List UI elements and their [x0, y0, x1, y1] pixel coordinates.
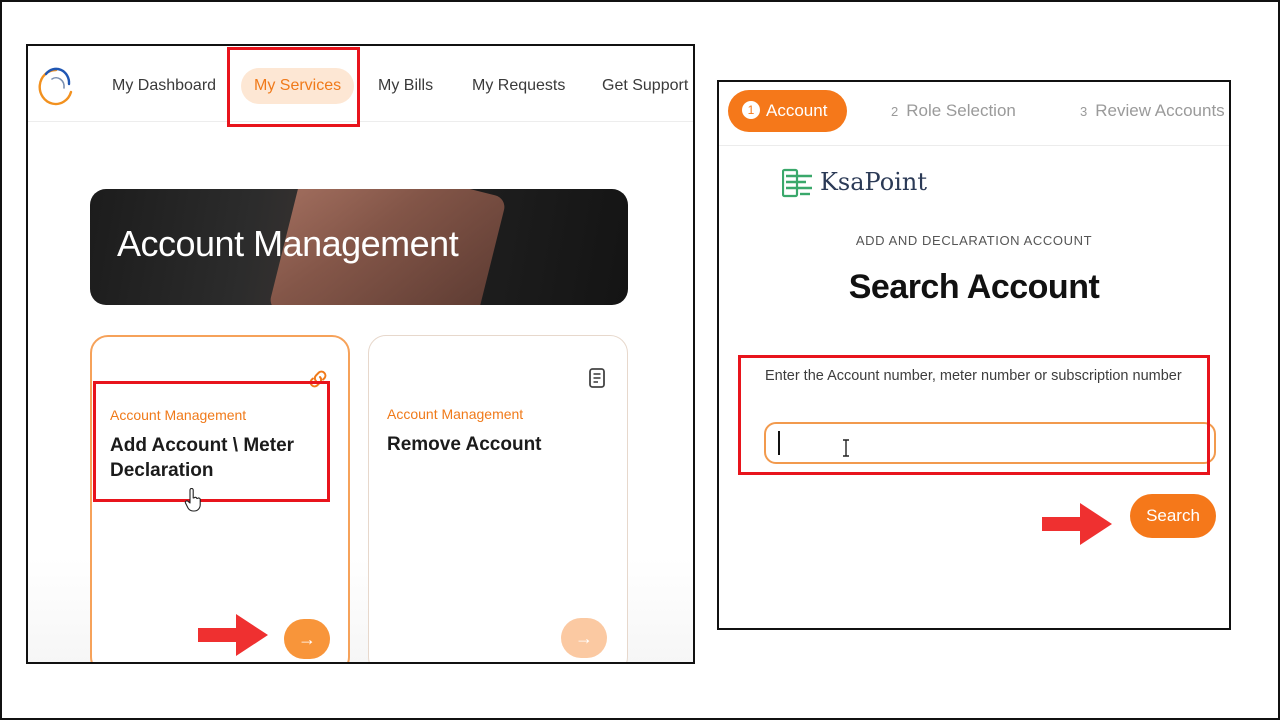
card-category: Account Management: [110, 407, 247, 423]
step-label: Account: [766, 101, 828, 120]
search-account-panel: 1 Account 2 Role Selection 3 Review Account…: [717, 80, 1231, 630]
form-heading: Search Account: [848, 268, 1100, 306]
card-title[interactable]: Remove Account: [387, 432, 607, 457]
step-number: 1: [742, 101, 760, 119]
brand-mark-icon: [782, 168, 812, 198]
card-title[interactable]: Add Account \ Meter Declaration: [110, 433, 330, 483]
nav-my-bills[interactable]: My Bills: [378, 68, 433, 104]
card-category: Account Management: [387, 406, 524, 422]
step-label: Role Selection: [906, 101, 1016, 120]
card-go-button[interactable]: →: [284, 619, 330, 659]
step-label: Review Accounts: [1095, 101, 1225, 120]
nav-get-support[interactable]: Get Support: [602, 68, 688, 104]
banner-title: Account Management: [117, 223, 459, 264]
brand-name: KsaPoint: [820, 168, 927, 196]
link-icon: [309, 370, 327, 388]
form-eyebrow: ADD AND DECLARATION ACCOUNT: [855, 233, 1093, 248]
stepper: 1 Account 2 Role Selection 3 Review Account…: [719, 82, 1229, 146]
account-management-banner: Account Management: [90, 189, 628, 305]
step-number: 2: [891, 104, 899, 119]
nav-my-services[interactable]: My Services: [241, 68, 355, 104]
step-account[interactable]: 1 Account: [728, 90, 848, 132]
text-cursor-icon: [843, 439, 849, 457]
nav-my-requests[interactable]: My Requests: [472, 68, 565, 104]
red-arrow-icon: [1042, 503, 1112, 545]
top-navigation: My Dashboard My Services My Bills My Req…: [28, 46, 693, 122]
account-number-label: Enter the Account number, meter number o…: [765, 368, 1182, 384]
search-button[interactable]: Search: [1130, 494, 1216, 538]
service-card-remove-account[interactable]: Account Management Remove Account →: [368, 335, 628, 662]
step-number: 3: [1080, 104, 1088, 119]
account-number-input[interactable]: [764, 422, 1216, 464]
tutorial-frame: My Dashboard My Services My Bills My Req…: [0, 0, 1280, 720]
red-arrow-icon: [198, 614, 268, 656]
step-role-selection[interactable]: 2 Role Selection: [891, 90, 1016, 132]
hand-pointer-icon: [184, 488, 201, 512]
nav-my-dashboard[interactable]: My Dashboard: [112, 68, 216, 104]
document-icon: [589, 368, 605, 388]
text-caret: [778, 431, 780, 455]
arrow-right-icon: →: [575, 628, 593, 648]
company-logo-icon[interactable]: [38, 66, 74, 108]
services-panel: My Dashboard My Services My Bills My Req…: [26, 44, 695, 664]
arrow-right-icon: →: [298, 629, 316, 649]
card-go-button[interactable]: →: [561, 618, 607, 658]
step-review-accounts[interactable]: 3 Review Accounts: [1080, 90, 1225, 132]
